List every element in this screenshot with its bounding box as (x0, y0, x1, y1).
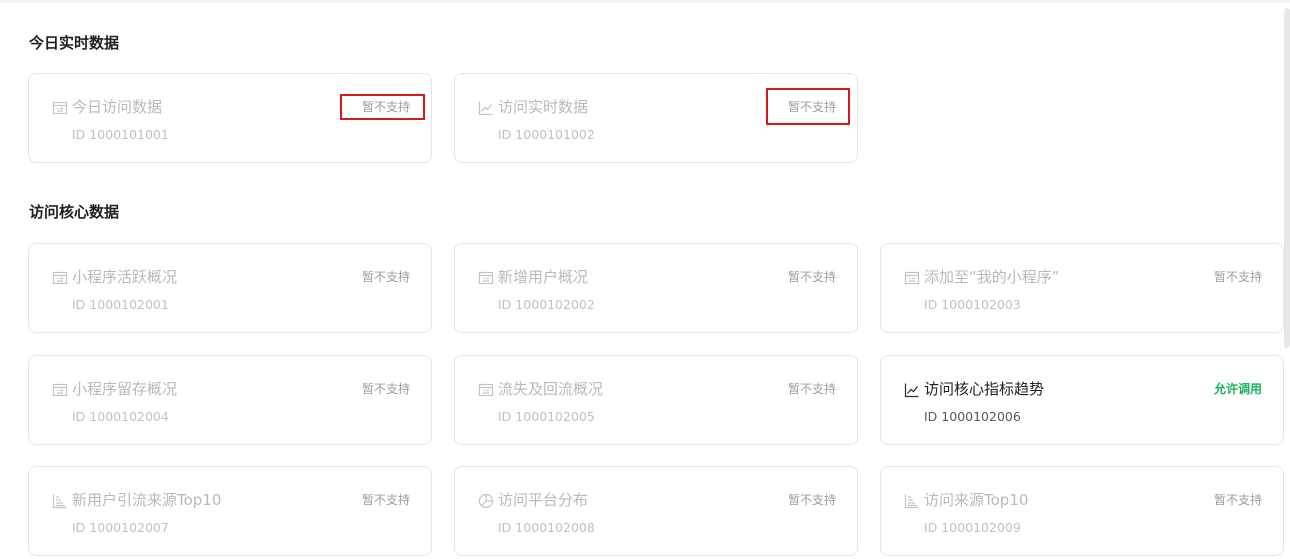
card-realtime-visits[interactable]: 访问实时数据 ID 1000101002 暂不支持 (454, 73, 858, 163)
card-id: ID 1000102001 (72, 297, 169, 312)
status-badge: 暂不支持 (361, 382, 410, 396)
card-title: 访问实时数据 (498, 98, 589, 116)
status-badge: 暂不支持 (361, 100, 410, 114)
status-badge: 允许调用 (1213, 382, 1262, 396)
card-today-visits[interactable]: 今日访问数据 ID 1000101001 暂不支持 (28, 73, 432, 163)
status-badge: 暂不支持 (787, 493, 836, 507)
card-title: 访问核心指标趋势 (924, 380, 1045, 398)
card-title: 新增用户概况 (498, 268, 589, 286)
line-chart-icon (904, 382, 920, 398)
card-title: 小程序活跃概况 (72, 268, 178, 286)
line-chart-icon (478, 100, 494, 116)
scrollbar[interactable] (1284, 8, 1290, 348)
card-id: ID 1000101002 (498, 127, 595, 142)
section-title-core: 访问核心数据 (29, 203, 120, 221)
card-id: ID 1000102003 (924, 297, 1021, 312)
calendar-icon (52, 270, 68, 286)
calendar-icon (52, 100, 68, 116)
status-badge: 暂不支持 (787, 382, 836, 396)
card-title: 小程序留存概况 (72, 380, 178, 398)
status-badge: 暂不支持 (361, 270, 410, 284)
card-core-metric-trend[interactable]: 访问核心指标趋势 ID 1000102006 允许调用 (880, 355, 1284, 445)
card-new-user-source-top10[interactable]: 新用户引流来源Top10 ID 1000102007 暂不支持 (28, 466, 432, 556)
card-visit-source-top10[interactable]: 访问来源Top10 ID 1000102009 暂不支持 (880, 466, 1284, 556)
section-title-realtime: 今日实时数据 (29, 34, 120, 52)
card-title: 新用户引流来源Top10 (72, 491, 222, 509)
card-id: ID 1000102005 (498, 409, 595, 424)
calendar-icon (478, 382, 494, 398)
card-id: ID 1000102008 (498, 520, 595, 535)
status-badge: 暂不支持 (1213, 270, 1262, 284)
status-badge: 暂不支持 (787, 100, 836, 114)
card-title: 添加至“我的小程序” (924, 268, 1060, 286)
card-platform-distribution[interactable]: 访问平台分布 ID 1000102008 暂不支持 (454, 466, 858, 556)
calendar-icon (478, 270, 494, 286)
card-id: ID 1000101001 (72, 127, 169, 142)
card-title: 流失及回流概况 (498, 380, 604, 398)
card-churn-return[interactable]: 流失及回流概况 ID 1000102005 暂不支持 (454, 355, 858, 445)
card-active-overview[interactable]: 小程序活跃概况 ID 1000102001 暂不支持 (28, 243, 432, 333)
card-id: ID 1000102004 (72, 409, 169, 424)
pie-chart-icon (478, 493, 494, 509)
card-id: ID 1000102002 (498, 297, 595, 312)
card-add-to-my-miniprogram[interactable]: 添加至“我的小程序” ID 1000102003 暂不支持 (880, 243, 1284, 333)
card-retention-overview[interactable]: 小程序留存概况 ID 1000102004 暂不支持 (28, 355, 432, 445)
bar-list-icon (52, 493, 68, 509)
status-badge: 暂不支持 (787, 270, 836, 284)
calendar-icon (52, 382, 68, 398)
card-id: ID 1000102007 (72, 520, 169, 535)
bar-list-icon (904, 493, 920, 509)
status-badge: 暂不支持 (361, 493, 410, 507)
calendar-icon (904, 270, 920, 286)
card-new-users[interactable]: 新增用户概况 ID 1000102002 暂不支持 (454, 243, 858, 333)
card-title: 今日访问数据 (72, 98, 163, 116)
card-title: 访问平台分布 (498, 491, 589, 509)
card-title: 访问来源Top10 (924, 491, 1029, 509)
card-id: ID 1000102009 (924, 520, 1021, 535)
top-divider (0, 0, 1290, 3)
status-badge: 暂不支持 (1213, 493, 1262, 507)
card-id: ID 1000102006 (924, 409, 1021, 424)
